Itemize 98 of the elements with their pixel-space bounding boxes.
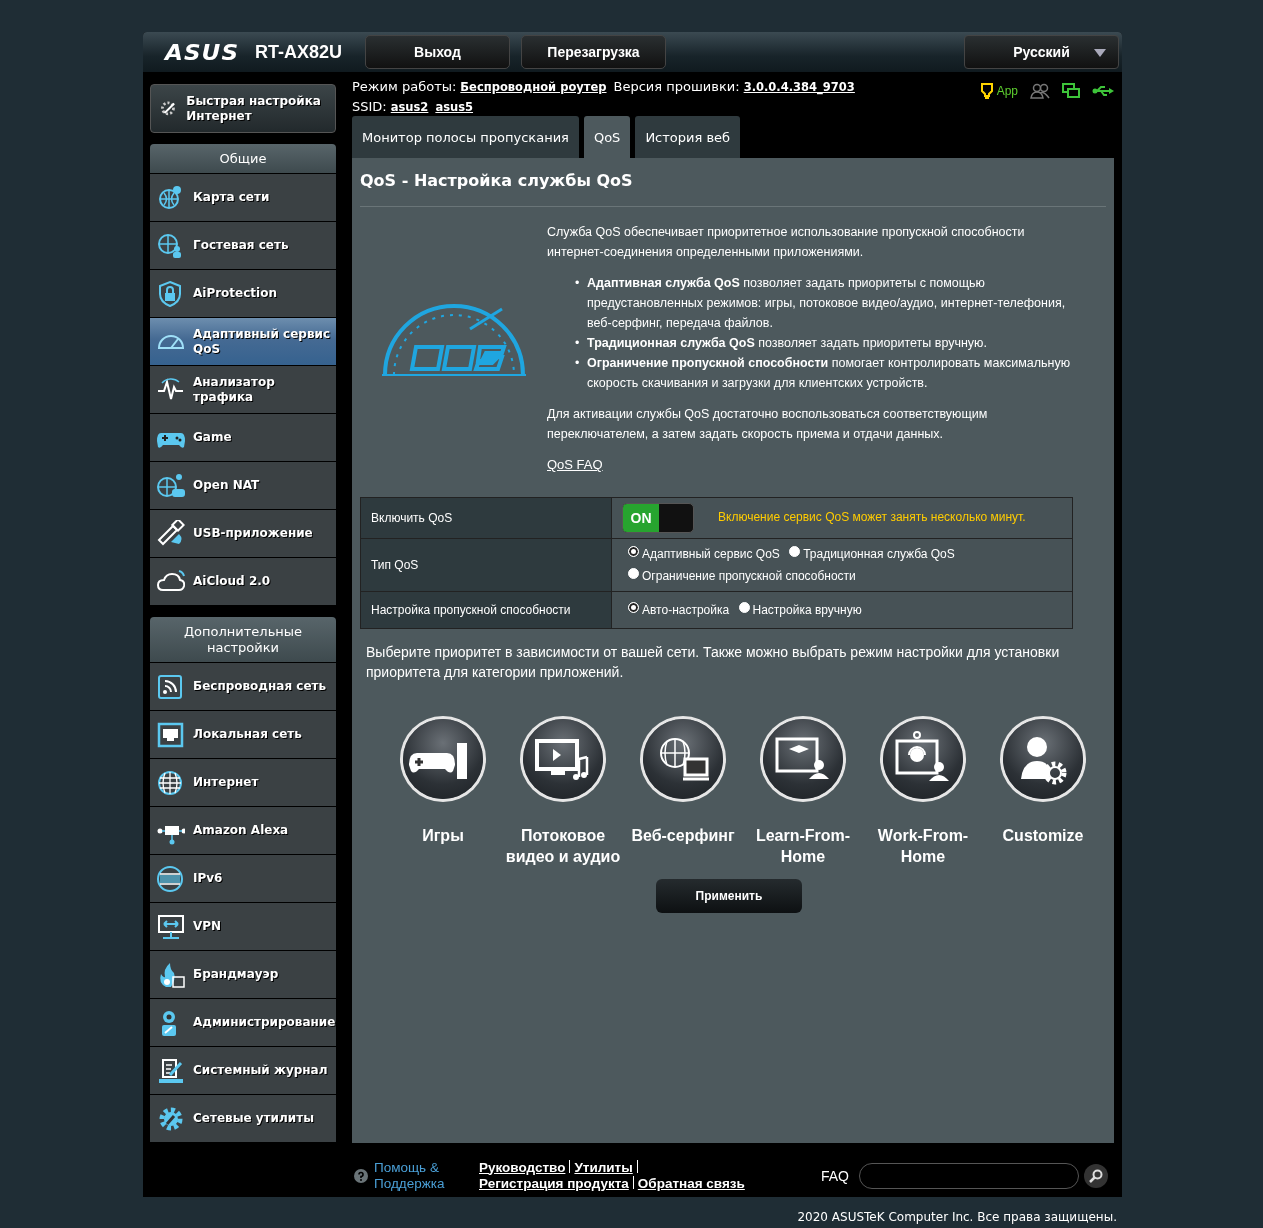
document-pen-icon — [157, 1056, 185, 1085]
footer-link[interactable]: Утилиты — [574, 1159, 633, 1175]
language-dropdown[interactable]: Русский — [964, 35, 1119, 69]
apply-button[interactable]: Применить — [656, 879, 802, 913]
sidebar-item[interactable]: Беспроводная сеть — [150, 662, 336, 710]
monitor-music-icon[interactable] — [523, 719, 603, 799]
radio-label: Традиционная служба QoS — [803, 547, 955, 561]
radio-label: Авто-настройка — [642, 603, 730, 617]
globe-gamepad-icon — [157, 471, 185, 500]
search-icon — [1089, 1168, 1103, 1183]
radio-button[interactable] — [628, 568, 639, 579]
operation-mode-link[interactable]: Беспроводной роутер — [460, 80, 607, 94]
field-label: SSID: — [352, 99, 387, 114]
ssid-link[interactable]: asus2 — [390, 100, 429, 114]
people-icon[interactable] — [1030, 83, 1050, 99]
priority-label: Потоковое видео и аудио — [504, 826, 622, 867]
sidebar-item[interactable]: Локальная сеть — [150, 710, 336, 758]
globe-laptop-icon[interactable] — [643, 719, 723, 799]
footer-link[interactable]: Регистрация продукта — [479, 1175, 629, 1191]
sidebar-item[interactable]: VPN — [150, 902, 336, 950]
sidebar-item[interactable]: AiCloud 2.0 — [150, 557, 336, 605]
brand-logo: ASUS — [165, 39, 241, 65]
person-gear-icon[interactable] — [1003, 719, 1083, 799]
radio-button[interactable] — [628, 546, 639, 557]
quick-setup-button[interactable]: Быстрая настройка Интернет — [150, 84, 336, 133]
sidebar-item[interactable]: Администрирование — [150, 998, 336, 1046]
sidebar-item[interactable]: Сетевые утилиты — [150, 1094, 336, 1142]
bullet: • — [575, 275, 581, 292]
monitor-arrows-icon — [157, 912, 185, 941]
faq-label: FAQ — [821, 1167, 849, 1184]
warning-note: Включение сервис QoS может занять несколько минут. — [718, 510, 1026, 525]
bullet: • — [575, 355, 581, 372]
priority-label: Learn-From-Home — [754, 826, 852, 867]
sidebar-item[interactable]: Системный журнал — [150, 1046, 336, 1094]
priority-label: Customize — [1001, 826, 1085, 846]
sidebar-item[interactable]: Карта сети — [150, 173, 336, 221]
tab[interactable]: QoS — [583, 116, 631, 158]
feature-item: Традиционная служба QoS позволяет задать приоритеты вручную. — [587, 335, 987, 352]
model-name: RT-AX82U — [255, 41, 344, 63]
help-support-label: Помощь & Поддержка — [374, 1159, 446, 1192]
ethernet-port-icon — [157, 720, 185, 749]
sidebar-item[interactable]: Гостевая сеть — [150, 221, 336, 269]
usb-icon[interactable] — [1092, 85, 1114, 97]
radio-label: Ограничение пропускной способности — [642, 569, 856, 583]
sidebar-item[interactable]: Брандмауэр — [150, 950, 336, 998]
gamepad-icon[interactable] — [403, 719, 483, 799]
faq-search-field[interactable] — [859, 1162, 1079, 1189]
sidebar-item[interactable]: Интернет — [150, 758, 336, 806]
page-title: QoS - Настройка службы QoS — [360, 158, 1106, 207]
radio-button[interactable] — [789, 546, 801, 557]
setting-label: Настройка пропускной способности — [360, 591, 612, 629]
lightbulb-icon[interactable] — [980, 83, 993, 99]
radio-button[interactable] — [628, 602, 639, 613]
feature-item: Адаптивная служба QoS позволяет задать приоритеты с помощью предустановленных режимов: игры, потоковое видео/аудио, интернет-телефония, веб-серфинг, передача файлов. — [587, 275, 1067, 332]
sidebar-item[interactable]: Amazon Alexa — [150, 806, 336, 854]
section-header: Общие — [150, 144, 336, 173]
monitor-headset-icon[interactable] — [883, 719, 963, 799]
footer-link[interactable]: Обратная связь — [637, 1175, 745, 1191]
ssid-link[interactable]: asus5 — [435, 100, 473, 114]
footer-link[interactable]: Руководство — [479, 1159, 566, 1175]
instruction-text: Выберите приоритет в зависимости от вашей сети. Также можно выбрать режим настройки для установки приоритета для категории приложений. — [365, 643, 1061, 682]
radio-button[interactable] — [738, 602, 750, 613]
setting-label: Тип QoS — [360, 538, 612, 592]
section-header: Дополнительные настройки — [150, 617, 336, 662]
monitor-graduation-cap-icon[interactable] — [763, 719, 843, 799]
sidebar-item[interactable]: Game — [150, 413, 336, 461]
logout-button[interactable]: Выход — [365, 35, 510, 69]
firmware-version-link[interactable]: 3.0.0.4.384_9703 — [743, 80, 855, 94]
tab[interactable]: Монитор полосы пропускания — [352, 116, 579, 158]
sidebar-item[interactable]: Open NAT — [150, 461, 336, 509]
wifi-icon — [157, 672, 185, 701]
description-text: Для активации службы QoS достаточно воспользоваться соответствующим переключателем, а затем задать скорость приема и отдачи данных. — [547, 406, 989, 443]
priority-label: Work-From-Home — [876, 826, 970, 867]
search-button[interactable] — [1084, 1163, 1108, 1188]
sidebar-item[interactable]: Адаптивный сервис QoS — [150, 317, 336, 365]
usb-drive-icon — [157, 519, 185, 548]
description-text: Служба QoS обеспечивает приоритетное использование пропускной способности интернет-соединения определенными приложениями. — [547, 224, 1026, 261]
help-icon — [354, 1168, 368, 1183]
bullet: • — [575, 335, 581, 352]
feature-item: Ограничение пропускной способности помогает контролировать максимальную скорость скачивания и загрузки для клиентских устройств. — [587, 355, 1072, 392]
tab[interactable]: История веб — [635, 116, 741, 158]
field-label: Режим работы: — [352, 79, 457, 94]
app-link[interactable]: App — [996, 84, 1018, 98]
reboot-button[interactable]: Перезагрузка — [521, 35, 666, 69]
faq-link[interactable]: QoS FAQ — [547, 455, 603, 475]
sidebar-item[interactable]: IPv6 — [150, 854, 336, 902]
radio-label: Настройка вручную — [752, 603, 862, 617]
setting-label: Включить QoS — [360, 497, 612, 539]
sidebar-item[interactable]: Анализатор трафика — [150, 365, 336, 413]
field-label: Версия прошивки: — [613, 79, 740, 94]
caret-icon — [1094, 49, 1106, 57]
copyright-text: 2020 ASUSTeK Computer Inc. Все права защищены. — [797, 1210, 1117, 1224]
priority-label: Веб-серфинг — [630, 826, 736, 846]
priority-label: Игры — [421, 826, 465, 846]
sidebar-item[interactable]: AiProtection — [150, 269, 336, 317]
monitors-icon[interactable] — [1062, 83, 1080, 99]
radio-label: Адаптивный сервис QoS — [642, 547, 780, 561]
sidebar-item[interactable]: USB-приложение — [150, 509, 336, 557]
